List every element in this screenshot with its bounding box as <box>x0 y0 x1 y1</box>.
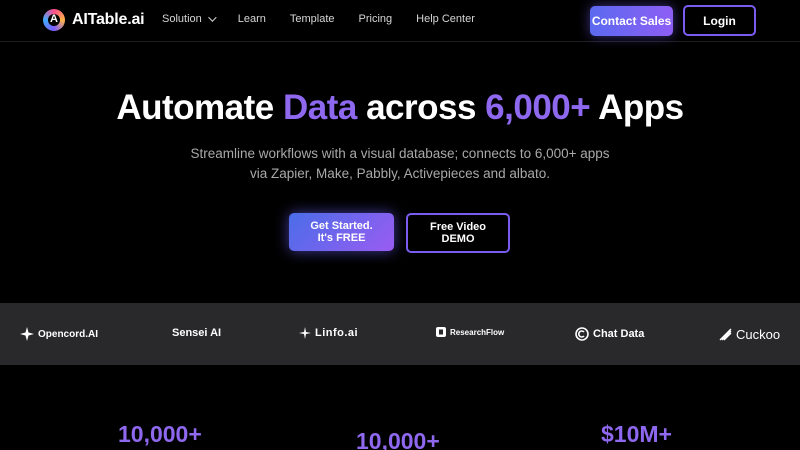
partner-logo-sensei: Sensei AI <box>172 327 222 339</box>
nav-item-label: Help Center <box>416 13 475 25</box>
partner-logos-band: Opencord.AI Sensei AI Linfo.ai ResearchF… <box>0 303 800 365</box>
partner-logo-cuckoo: Cuckoo <box>719 327 780 342</box>
nav-item-solution[interactable]: Solution <box>162 13 217 25</box>
stat-value: $10M+ <box>601 421 672 447</box>
nav-item-label: Learn <box>237 13 266 25</box>
top-navbar: A AITable.ai Solution Learn Template Pri… <box>0 0 800 42</box>
partner-logo-linfo: Linfo.ai <box>299 327 358 339</box>
partner-logo-opencord: Opencord.AI <box>20 327 98 341</box>
nav-item-learn[interactable]: Learn <box>238 13 266 25</box>
brand-name: AITable.ai <box>72 11 145 28</box>
chevron-down-icon <box>207 13 217 22</box>
nav-item-help-center[interactable]: Help Center <box>416 13 475 25</box>
researchflow-icon <box>436 327 446 337</box>
stat-value: 10,000+ <box>356 428 440 450</box>
contact-sales-button[interactable]: Contact Sales <box>590 6 673 36</box>
main-menu: Solution Learn Template Pricing Help Cen… <box>162 13 499 25</box>
get-started-button[interactable]: Get Started. It's FREE <box>289 213 394 251</box>
cuckoo-icon <box>719 328 732 341</box>
nav-item-label: Solution <box>162 13 202 25</box>
opencord-icon <box>20 327 34 341</box>
hero-title: Automate Data across 6,000+ Apps <box>116 88 684 127</box>
partner-logo-chatdata: Chat Data <box>575 327 644 341</box>
hero-subtitle: Streamline workflows with a visual datab… <box>190 146 610 181</box>
nav-item-label: Template <box>289 13 335 25</box>
brand-logo[interactable]: A AITable.ai <box>43 9 145 31</box>
stat-value: 10,000+ <box>118 421 202 447</box>
nav-item-template[interactable]: Template <box>290 13 335 25</box>
login-button[interactable]: Login <box>683 5 756 36</box>
nav-item-label: Pricing <box>358 13 393 25</box>
linfo-icon <box>299 327 311 339</box>
partner-logo-researchflow: ResearchFlow <box>436 327 504 337</box>
chatdata-icon <box>575 327 589 341</box>
nav-item-pricing[interactable]: Pricing <box>359 13 393 25</box>
aitable-logo-icon: A <box>43 9 65 31</box>
free-video-demo-button[interactable]: Free Video DEMO <box>406 213 510 253</box>
